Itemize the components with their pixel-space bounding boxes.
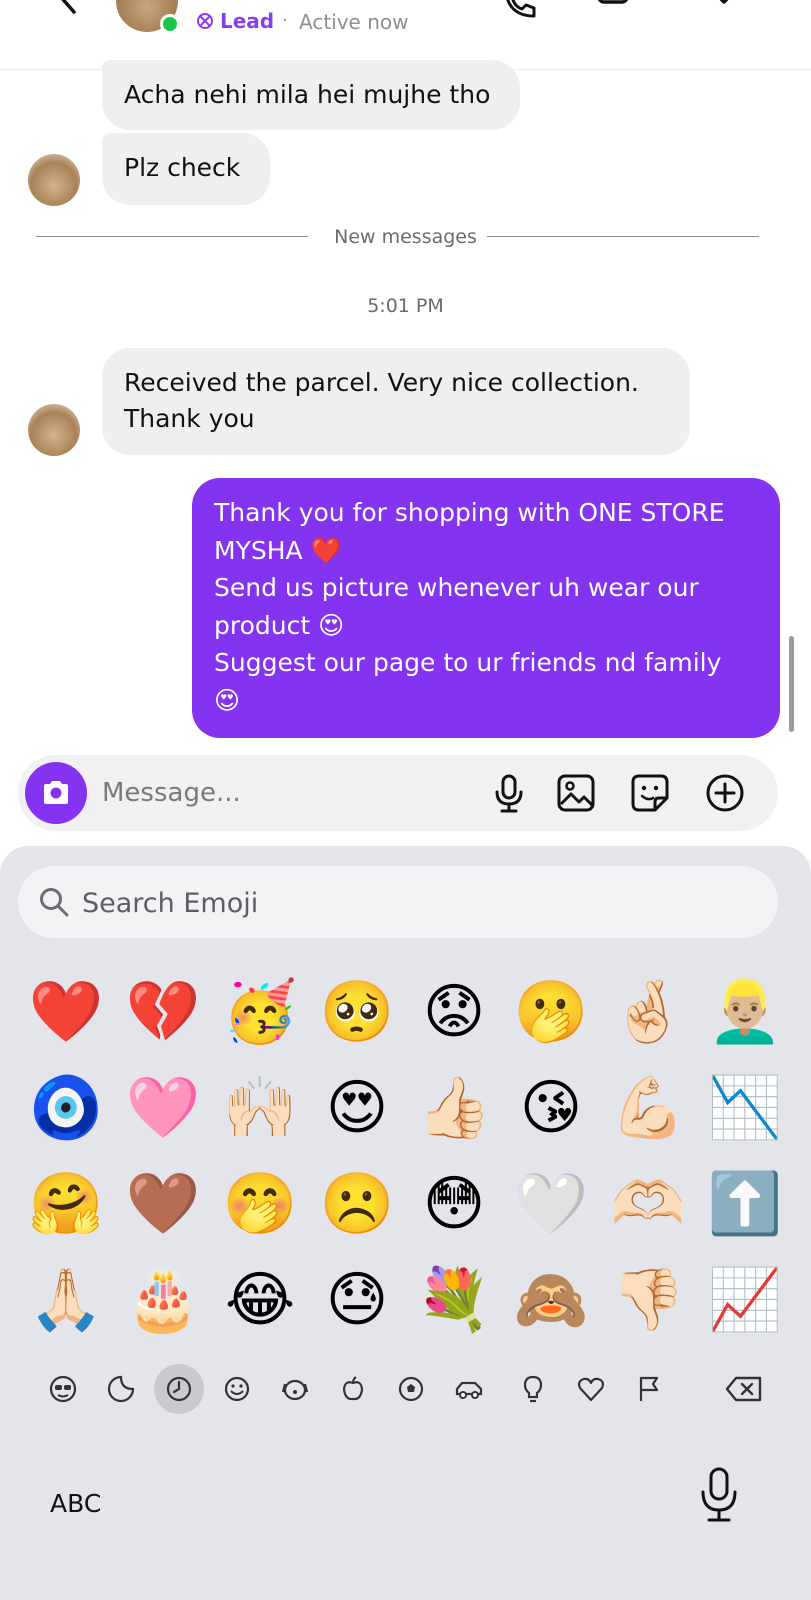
emoji-key[interactable]: 🙈 bbox=[503, 1252, 599, 1348]
emoji-key[interactable]: 🙏🏻 bbox=[18, 1252, 114, 1348]
emoji-key[interactable]: 😂 bbox=[212, 1252, 308, 1348]
emoji-key[interactable]: 💪🏻 bbox=[600, 1060, 696, 1156]
emoji-key[interactable]: 🥳 bbox=[212, 964, 308, 1060]
category-travel-icon[interactable] bbox=[444, 1364, 494, 1414]
active-status: Active now bbox=[299, 10, 409, 34]
message-line: Send us picture whenever uh wear our bbox=[214, 573, 699, 603]
emoji-key[interactable]: 🫢 bbox=[503, 964, 599, 1060]
emoji-key[interactable]: 🎂 bbox=[115, 1252, 211, 1348]
search-icon bbox=[40, 888, 69, 917]
incoming-message[interactable]: Received the parcel. Very nice collectio… bbox=[102, 348, 690, 455]
message-line: Suggest our page to ur friends nd family bbox=[214, 648, 722, 678]
message-line: 😍 bbox=[214, 685, 241, 715]
emoji-key[interactable]: 👎🏻 bbox=[600, 1252, 696, 1348]
lead-badge[interactable]: Lead bbox=[196, 9, 274, 33]
message-timestamp: 5:01 PM bbox=[367, 295, 444, 317]
category-recent-icon[interactable] bbox=[154, 1364, 204, 1414]
chat-scrollbar[interactable] bbox=[789, 636, 794, 732]
back-icon[interactable] bbox=[48, 0, 84, 14]
sender-avatar[interactable] bbox=[28, 404, 80, 456]
phone-icon[interactable] bbox=[500, 0, 540, 22]
backspace-icon bbox=[725, 1376, 762, 1402]
status-separator: · bbox=[282, 10, 288, 31]
lead-icon bbox=[197, 13, 213, 29]
category-objects-icon[interactable] bbox=[508, 1364, 558, 1414]
new-messages-label: New messages bbox=[334, 226, 477, 248]
category-symbols-icon[interactable] bbox=[566, 1364, 616, 1414]
emoji-key[interactable]: 🙌🏻 bbox=[212, 1060, 308, 1156]
emoji-key[interactable]: 💔 bbox=[115, 964, 211, 1060]
microphone-icon[interactable] bbox=[488, 772, 530, 814]
outgoing-message[interactable]: Thank you for shopping with ONE STORE MY… bbox=[192, 478, 780, 738]
category-activity-icon[interactable] bbox=[386, 1364, 436, 1414]
emoji-key[interactable]: ☹️ bbox=[309, 1156, 405, 1252]
message-line: Thank you for shopping with ONE STORE bbox=[214, 498, 725, 527]
emoji-key[interactable]: 🧿 bbox=[18, 1060, 114, 1156]
abc-keyboard-switch[interactable]: ABC bbox=[50, 1489, 101, 1518]
message-line: Thank you bbox=[124, 404, 255, 433]
message-line: Received the parcel. Very nice collectio… bbox=[124, 368, 639, 397]
emoji-category-bar bbox=[0, 1358, 811, 1418]
emoji-key[interactable]: 🤗 bbox=[18, 1156, 114, 1252]
video-call-icon[interactable] bbox=[596, 0, 636, 22]
message-line: product 😍 bbox=[214, 610, 345, 640]
category-stickers-icon[interactable] bbox=[96, 1364, 146, 1414]
emoji-key[interactable]: 🤞🏻 bbox=[600, 964, 696, 1060]
message-text: Acha nehi mila hei mujhe tho bbox=[124, 80, 491, 109]
message-composer bbox=[18, 755, 778, 831]
emoji-key[interactable]: 📈 bbox=[697, 1252, 793, 1348]
category-memoji-icon[interactable] bbox=[38, 1364, 88, 1414]
incoming-message[interactable]: Acha nehi mila hei mujhe tho bbox=[102, 60, 520, 130]
sender-avatar[interactable] bbox=[28, 154, 80, 206]
camera-icon bbox=[44, 781, 68, 804]
message-line: MYSHA ❤️ bbox=[214, 535, 342, 565]
emoji-key[interactable]: 😘 bbox=[503, 1060, 599, 1156]
category-flags-icon[interactable] bbox=[624, 1364, 674, 1414]
emoji-key[interactable]: 🤎 bbox=[115, 1156, 211, 1252]
gallery-icon[interactable] bbox=[555, 772, 597, 814]
emoji-search-input[interactable] bbox=[82, 884, 482, 922]
dictation-microphone-icon[interactable] bbox=[697, 1466, 741, 1526]
emoji-key[interactable]: 🫶🏻 bbox=[600, 1156, 696, 1252]
emoji-key[interactable]: 😳 bbox=[406, 1156, 502, 1252]
emoji-keyboard: ❤️ 💔 🥳 🥺 😟 🫢 🤞🏻 👱🏼‍♂️ 🧿 🩷 🙌🏻 😍 👍🏻 😘 💪🏻 📉… bbox=[0, 846, 811, 1600]
lead-label: Lead bbox=[220, 9, 275, 33]
category-food-icon[interactable] bbox=[328, 1364, 378, 1414]
emoji-key[interactable]: 🤍 bbox=[503, 1156, 599, 1252]
emoji-key[interactable]: 🩷 bbox=[115, 1060, 211, 1156]
emoji-key[interactable]: ⬆️ bbox=[697, 1156, 793, 1252]
emoji-key[interactable]: 👱🏼‍♂️ bbox=[697, 964, 793, 1060]
emoji-key[interactable]: ❤️ bbox=[18, 964, 114, 1060]
emoji-key[interactable]: 😟 bbox=[406, 964, 502, 1060]
message-input[interactable] bbox=[102, 773, 462, 813]
emoji-key[interactable]: 🤭 bbox=[212, 1156, 308, 1252]
camera-button[interactable] bbox=[25, 762, 87, 824]
emoji-key[interactable]: 🥺 bbox=[309, 964, 405, 1060]
emoji-key[interactable]: 👍🏻 bbox=[406, 1060, 502, 1156]
emoji-key[interactable]: 💐 bbox=[406, 1252, 502, 1348]
tag-icon[interactable] bbox=[704, 0, 744, 22]
emoji-key[interactable]: 😓 bbox=[309, 1252, 405, 1348]
emoji-search-bar[interactable] bbox=[18, 866, 778, 938]
emoji-key[interactable]: 📉 bbox=[697, 1060, 793, 1156]
add-icon[interactable] bbox=[704, 772, 746, 814]
category-animals-icon[interactable] bbox=[270, 1364, 320, 1414]
category-smileys-icon[interactable] bbox=[212, 1364, 262, 1414]
sticker-icon[interactable] bbox=[629, 772, 671, 814]
online-indicator bbox=[160, 14, 180, 34]
emoji-grid: ❤️ 💔 🥳 🥺 😟 🫢 🤞🏻 👱🏼‍♂️ 🧿 🩷 🙌🏻 😍 👍🏻 😘 💪🏻 📉… bbox=[18, 964, 794, 1348]
message-text: Plz check bbox=[124, 153, 241, 182]
divider-right bbox=[487, 236, 759, 237]
incoming-message[interactable]: Plz check bbox=[102, 133, 270, 205]
backspace-key[interactable] bbox=[716, 1364, 772, 1414]
emoji-key[interactable]: 😍 bbox=[309, 1060, 405, 1156]
